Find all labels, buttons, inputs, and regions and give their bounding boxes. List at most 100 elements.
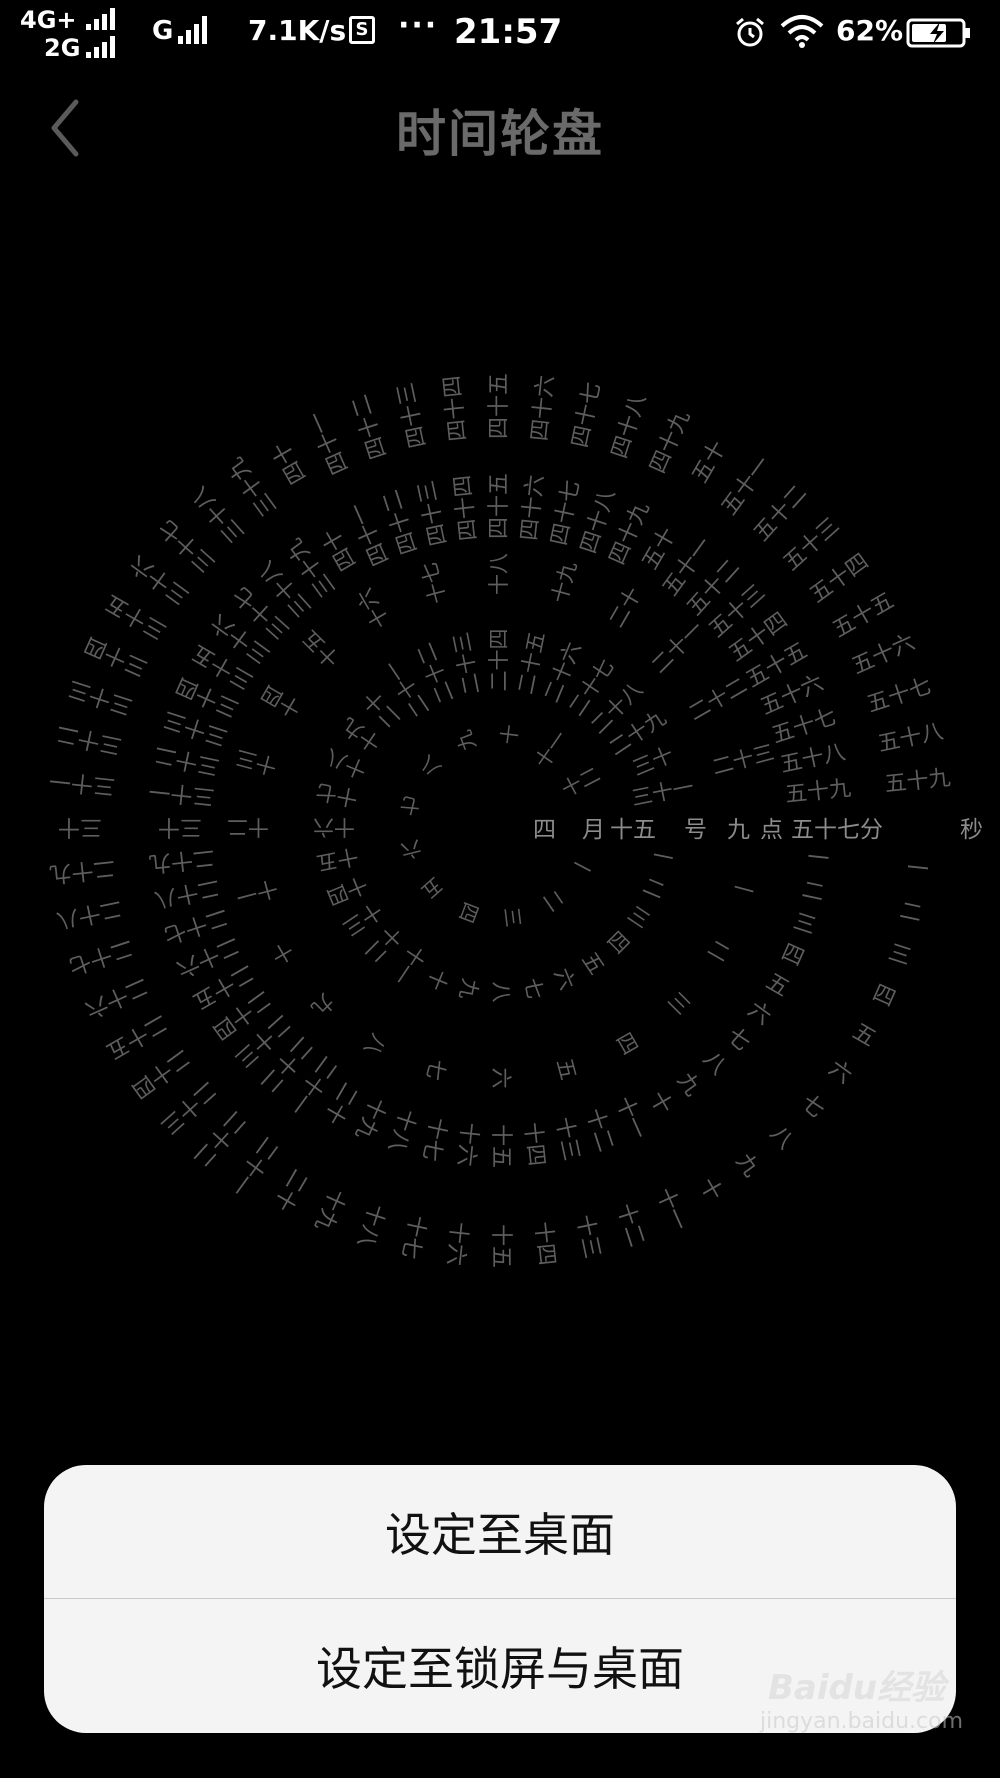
days-ring-label: 五	[577, 948, 609, 979]
seconds-ring-label: 四十一	[304, 407, 354, 477]
minutes-ring-label: 三	[790, 909, 819, 940]
hours-ring-label: 十七	[417, 559, 451, 606]
minutes-ring-label: 二	[800, 878, 827, 907]
seconds-ring-label: 四十四	[440, 374, 472, 442]
months-ring-label: 一	[568, 852, 597, 883]
seconds-ring-label: 四十七	[568, 380, 606, 450]
hours-ring-label: 十六	[352, 584, 394, 632]
minutes-ring-label: 三十	[158, 814, 202, 839]
seconds-ring-label: 七	[796, 1090, 829, 1123]
days-ring-label: 十	[422, 965, 452, 994]
hours-ring-label: 六	[489, 1068, 513, 1089]
minutes-ring-label: 十六	[452, 1121, 481, 1167]
minutes-ring-label: 五	[762, 969, 794, 1002]
minutes-ring-label: 四十六	[517, 474, 549, 542]
minutes-ring-label: 一	[806, 845, 831, 872]
days-ring-label: 七	[520, 976, 548, 1001]
hours-ring-label: 十三	[233, 745, 280, 779]
months-ring-label: 十	[496, 723, 522, 746]
current-hour-unit: 点	[760, 817, 783, 843]
days-ring-label: 六	[549, 965, 579, 994]
minutes-ring-label: 四十五	[487, 473, 512, 539]
seconds-ring-label: 十一	[651, 1184, 692, 1234]
set-desktop-button[interactable]: 设定至桌面	[44, 1465, 956, 1598]
months-ring-label: 二	[538, 886, 569, 916]
current-month-unit: 月	[582, 817, 605, 843]
hours-ring-label: 十	[267, 937, 297, 968]
days-ring-label: 九	[455, 976, 483, 1001]
seconds-ring-label: 十二	[612, 1200, 649, 1250]
seconds-ring-label: 十	[694, 1174, 727, 1206]
hours-ring-label: 十一	[233, 875, 280, 909]
seconds-ring-label: 二十七	[65, 934, 136, 978]
current-second-unit: 秒	[960, 817, 983, 843]
months-ring-label: 七	[398, 791, 423, 819]
hours-ring-label: 十四	[257, 680, 305, 722]
current-minute: 五十七	[791, 817, 860, 843]
seconds-ring-label: 四十九	[646, 407, 696, 477]
hours-ring-label: 二	[704, 935, 734, 966]
minutes-ring-label: 四	[777, 940, 807, 972]
seconds-ring-label: 三十五	[101, 589, 171, 644]
seconds-ring-label: 二十六	[81, 972, 151, 1022]
current-minute-unit: 分	[860, 817, 883, 843]
months-ring-label: 六	[398, 835, 423, 863]
days-ring-label: 八	[489, 982, 513, 1003]
hours-ring-label: 一	[730, 876, 756, 905]
seconds-ring-label: 十四	[530, 1220, 559, 1266]
seconds-ring-label: 五	[848, 1019, 880, 1052]
current-day: 十五	[610, 817, 656, 843]
days-ring-label: 二	[639, 873, 668, 903]
hours-ring-label: 十九	[547, 559, 581, 606]
minutes-ring-label: 二十八	[152, 874, 222, 912]
minutes-ring-label: 十	[644, 1087, 677, 1119]
hours-ring-label: 十五	[298, 625, 345, 672]
seconds-ring-label: 十八	[352, 1201, 389, 1251]
seconds-ring-label: 一	[905, 856, 930, 883]
watermark-url: jingyan.baidu.com	[760, 1709, 964, 1734]
current-month: 四	[533, 817, 556, 843]
seconds-ring-label: 三十三	[65, 675, 136, 719]
current-hour: 九	[727, 817, 750, 843]
seconds-ring-label: 三十九	[223, 452, 282, 520]
days-ring-label: 十五	[314, 843, 360, 875]
seconds-ring-label: 十七	[396, 1213, 430, 1261]
months-ring-label: 四	[454, 899, 484, 926]
minutes-ring-label: 二十九	[148, 844, 216, 876]
seconds-ring-label: 四十八	[607, 391, 651, 462]
seconds-ring-label: 十六	[442, 1221, 471, 1267]
hours-ring-label: 二十二	[684, 673, 751, 725]
hours-ring-label: 十二	[227, 815, 269, 839]
minutes-ring-label: 十八	[383, 1106, 420, 1156]
seconds-ring-label: 五十	[688, 437, 732, 488]
seconds-ring-label: 四十六	[528, 374, 560, 442]
months-ring-label: 九	[451, 727, 481, 754]
seconds-ring-label: 五十九	[884, 766, 952, 798]
seconds-ring-label: 二十五	[102, 1009, 172, 1064]
minutes-ring-label: 八	[698, 1047, 731, 1080]
seconds-ring-label: 六	[824, 1056, 857, 1089]
minutes-ring-label: 四十四	[450, 474, 482, 542]
seconds-ring-label: 十五	[488, 1224, 513, 1268]
months-ring-label: 五	[417, 873, 448, 904]
seconds-ring-label: 二十	[269, 1165, 313, 1216]
seconds-ring-label: 三十二	[54, 720, 124, 758]
seconds-ring-label: 三	[885, 940, 914, 971]
minutes-ring-label: 五十九	[784, 776, 852, 808]
seconds-ring-label: 八	[765, 1121, 798, 1154]
hours-ring-label: 八	[359, 1030, 390, 1060]
seconds-ring-label: 九	[731, 1149, 764, 1182]
months-ring-label: 三	[499, 906, 525, 929]
seconds-ring-label: 五十五	[829, 588, 899, 643]
days-ring-label: 三	[623, 902, 654, 934]
days-ring-label: 二十四	[487, 629, 511, 692]
minutes-ring-label: 十三	[550, 1115, 584, 1163]
days-ring-label: 十七	[314, 779, 360, 811]
months-ring-label: 十一	[530, 726, 572, 773]
seconds-ring-label: 五十四	[805, 549, 873, 608]
seconds-ring-label: 五十八	[876, 719, 946, 757]
minutes-ring-label: 四十三	[414, 478, 452, 548]
seconds-ring-label: 二十四	[126, 1044, 194, 1103]
hours-ring-label: 二十三	[710, 740, 777, 779]
seconds-ring-label: 十三	[571, 1213, 605, 1261]
